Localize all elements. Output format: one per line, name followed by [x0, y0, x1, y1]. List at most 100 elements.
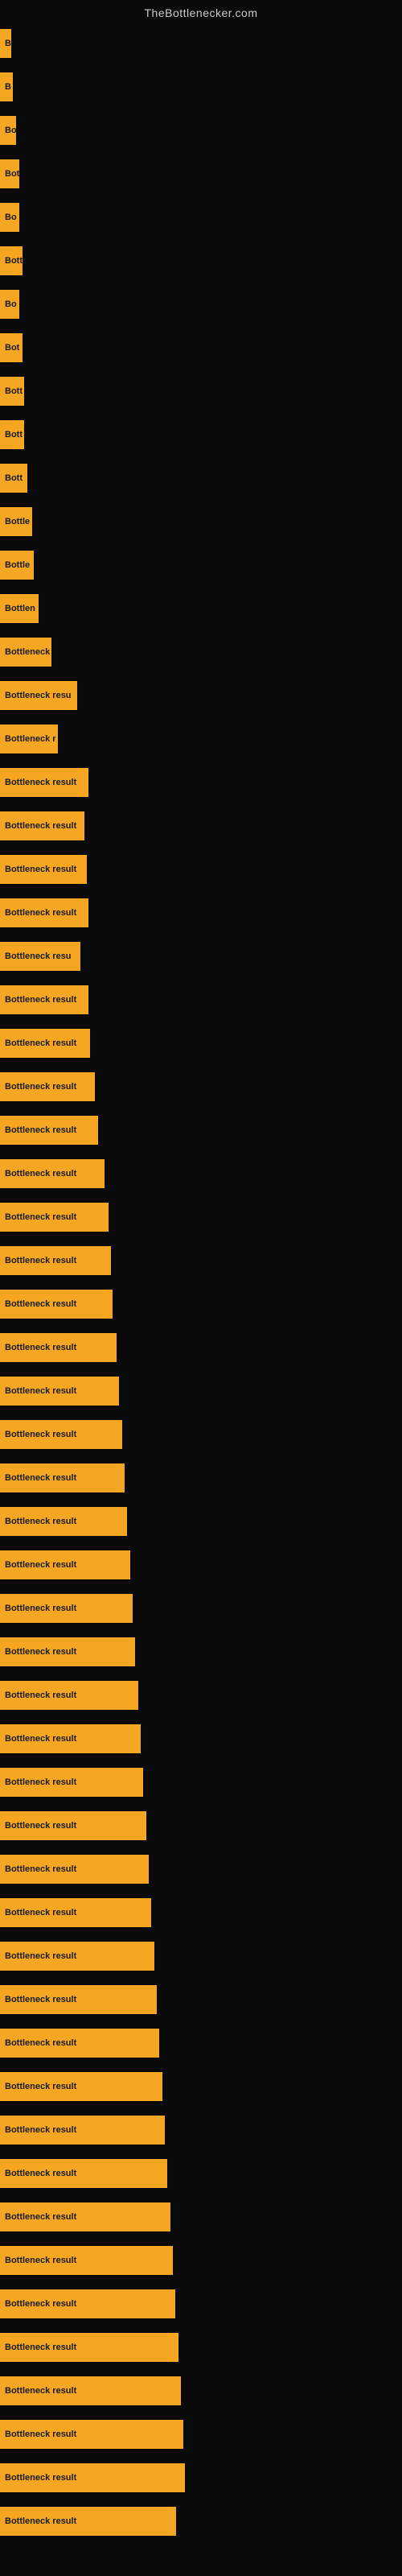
bar-label: Bott	[0, 464, 27, 493]
bar-row: Bottleneck result	[0, 1283, 402, 1325]
bar-label: Bottleneck resu	[0, 681, 77, 710]
bar-row: Bottleneck result	[0, 1674, 402, 1716]
bar-row: Bottleneck result	[0, 1935, 402, 1977]
bar-label: Bottleneck result	[0, 1116, 98, 1145]
bar-label: Bottleneck result	[0, 1463, 125, 1492]
bar-row: Bottleneck	[0, 631, 402, 673]
bar-label: Bottleneck result	[0, 1550, 130, 1579]
bar-label: Bottleneck result	[0, 2507, 176, 2536]
bar-row: Bottleneck result	[0, 2153, 402, 2194]
bar-label: Bo	[0, 116, 16, 145]
bar-label: Bottleneck result	[0, 1507, 127, 1536]
bar-label: Bo	[0, 203, 19, 232]
bar-label: Bottleneck result	[0, 811, 84, 840]
bar-row: Bottleneck resu	[0, 675, 402, 716]
bar-row: Bottleneck result	[0, 2500, 402, 2542]
bar-row: Bottleneck result	[0, 1587, 402, 1629]
bar-label: B	[0, 29, 11, 58]
bar-row: Bottleneck result	[0, 2196, 402, 2238]
bar-label: Bottleneck result	[0, 2202, 170, 2231]
bar-label: Bottleneck result	[0, 1029, 90, 1058]
bar-row: Bottleneck result	[0, 2240, 402, 2281]
bar-label: Bottleneck result	[0, 985, 88, 1014]
bar-label: Bottleneck result	[0, 1942, 154, 1971]
bar-label: Bottleneck result	[0, 1159, 105, 1188]
bar-label: Bo	[0, 290, 19, 319]
bar-row: Bott	[0, 457, 402, 499]
bar-label: Bottleneck result	[0, 1072, 95, 1101]
bar-label: Bottleneck result	[0, 1811, 146, 1840]
bar-row: Bottleneck result	[0, 1761, 402, 1803]
bar-label: Bottleneck result	[0, 1594, 133, 1623]
bar-row: Bottleneck result	[0, 1805, 402, 1847]
bar-label: Bottleneck result	[0, 1333, 117, 1362]
bar-label: Bottleneck result	[0, 898, 88, 927]
bar-label: Bott	[0, 420, 24, 449]
bar-row: Bottleneck result	[0, 2370, 402, 2412]
bar-label: Bot	[0, 159, 19, 188]
bar-row: Bottleneck result	[0, 1240, 402, 1282]
bar-label: Bott	[0, 377, 24, 406]
bar-label: Bottleneck result	[0, 1724, 141, 1753]
site-title: TheBottlenecker.com	[0, 0, 402, 23]
bar-label: Bottleneck result	[0, 2246, 173, 2275]
bar-row: Bottleneck result	[0, 1892, 402, 1934]
bar-label: Bottleneck result	[0, 2159, 167, 2188]
bar-label: Bottleneck result	[0, 1377, 119, 1406]
bar-label: Bottleneck result	[0, 1898, 151, 1927]
bar-row: Bottleneck result	[0, 2283, 402, 2325]
bar-row: Bott	[0, 414, 402, 456]
bar-label: Bottleneck result	[0, 1768, 143, 1797]
bar-label: Bottleneck result	[0, 2333, 178, 2362]
bar-row: Bottleneck result	[0, 1414, 402, 1455]
bar-row: Bottleneck result	[0, 805, 402, 847]
bar-label: Bottle	[0, 507, 32, 536]
bar-label: Bottleneck result	[0, 768, 88, 797]
bar-row: Bottleneck result	[0, 1631, 402, 1673]
bar-row: Bottle	[0, 544, 402, 586]
bar-row: Bott	[0, 240, 402, 282]
bar-row: Bottleneck result	[0, 892, 402, 934]
bar-label: Bottleneck result	[0, 1290, 113, 1319]
bar-row: Bott	[0, 370, 402, 412]
bar-row: Bottleneck result	[0, 2413, 402, 2455]
bar-row: Bottleneck result	[0, 1327, 402, 1368]
bar-label: Bottleneck r	[0, 724, 58, 753]
bar-row: Bottleneck result	[0, 1848, 402, 1890]
bar-row: Bo	[0, 283, 402, 325]
bar-label: Bottleneck result	[0, 1246, 111, 1275]
bar-row: Bottleneck result	[0, 2326, 402, 2368]
bar-label: Bottleneck	[0, 638, 51, 667]
bar-label: Bottleneck result	[0, 2029, 159, 2058]
bar-row: Bottleneck resu	[0, 935, 402, 977]
bar-row: B	[0, 66, 402, 108]
bar-label: Bottleneck result	[0, 2463, 185, 2492]
bar-label: Bottleneck result	[0, 2116, 165, 2145]
bar-row: Bottleneck result	[0, 1153, 402, 1195]
bar-row: Bottleneck result	[0, 2457, 402, 2499]
bar-row: Bo	[0, 196, 402, 238]
bar-label: B	[0, 72, 13, 101]
bar-row: Bottleneck result	[0, 1066, 402, 1108]
bar-label: Bottleneck result	[0, 2376, 181, 2405]
bar-row: Bottle	[0, 501, 402, 543]
bar-row: Bot	[0, 327, 402, 369]
bar-label: Bottleneck result	[0, 855, 87, 884]
bar-row: Bottleneck result	[0, 1109, 402, 1151]
bar-row: Bottleneck result	[0, 2022, 402, 2064]
bar-row: Bottleneck result	[0, 1457, 402, 1499]
bar-row: Bottleneck result	[0, 1501, 402, 1542]
bar-label: Bottleneck result	[0, 1637, 135, 1666]
bar-label: Bottleneck result	[0, 1985, 157, 2014]
bar-label: Bottleneck result	[0, 1681, 138, 1710]
bar-label: Bottleneck result	[0, 2420, 183, 2449]
bar-row: Bottleneck result	[0, 2109, 402, 2151]
bar-row: Bottleneck result	[0, 1718, 402, 1760]
bar-row: Bot	[0, 153, 402, 195]
bar-label: Bottleneck result	[0, 2289, 175, 2318]
bar-row: Bottleneck result	[0, 979, 402, 1021]
bar-row: Bottleneck result	[0, 1979, 402, 2021]
bar-label: Bottleneck result	[0, 1203, 109, 1232]
chart-container: BB Bo Bot Bo Bott Bo Bot Bott Bott Bott Bottle Bott…	[0, 23, 402, 2542]
bar-row: Bottleneck result	[0, 1022, 402, 1064]
